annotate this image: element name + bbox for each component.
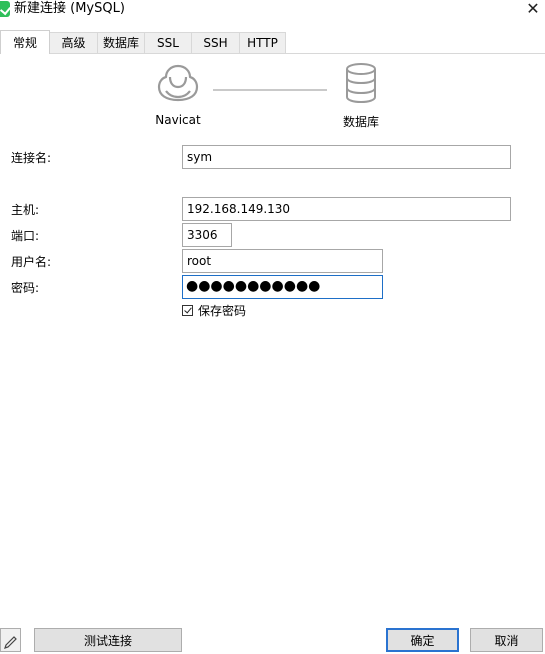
ok-button[interactable]: 确定	[386, 628, 459, 652]
password-label: 密码:	[11, 281, 40, 295]
cancel-button[interactable]: 取消	[470, 628, 543, 652]
connection-name-label: 连接名:	[11, 151, 52, 165]
edit-connection-button[interactable]	[0, 628, 21, 652]
window-title: 新建连接 (MySQL)	[14, 1, 125, 16]
title-bar: 新建连接 (MySQL) ✕	[0, 0, 545, 20]
username-label: 用户名:	[11, 255, 52, 269]
tab-advanced[interactable]: 高级	[49, 32, 98, 53]
pencil-icon	[4, 636, 17, 649]
navicat-app-icon	[0, 1, 10, 17]
tab-divider	[0, 53, 545, 54]
tab-http[interactable]: HTTP	[239, 32, 286, 53]
close-icon[interactable]: ✕	[523, 0, 543, 18]
username-input[interactable]: root	[182, 249, 383, 273]
password-input[interactable]: ●●●●●●●●●●●	[182, 275, 383, 299]
tab-databases[interactable]: 数据库	[97, 32, 145, 53]
port-input[interactable]: 3306	[182, 223, 232, 247]
port-label: 端口:	[11, 229, 40, 243]
save-password-label: 保存密码	[198, 304, 247, 318]
navicat-label: Navicat	[155, 113, 201, 127]
tab-general[interactable]: 常规	[0, 30, 50, 54]
database-icon	[346, 63, 376, 104]
save-password-checkbox[interactable]	[182, 305, 193, 316]
connection-name-input[interactable]: sym	[182, 145, 511, 169]
tab-ssh[interactable]: SSH	[191, 32, 240, 53]
tab-strip: 常规 高级 数据库 SSL SSH HTTP	[0, 30, 545, 54]
tab-ssl[interactable]: SSL	[144, 32, 192, 53]
connection-line	[213, 89, 327, 91]
test-connection-button[interactable]: 测试连接	[34, 628, 182, 652]
navicat-logo-icon	[157, 64, 199, 102]
host-input[interactable]: 192.168.149.130	[182, 197, 511, 221]
host-label: 主机:	[11, 203, 40, 217]
database-label: 数据库	[342, 115, 379, 129]
